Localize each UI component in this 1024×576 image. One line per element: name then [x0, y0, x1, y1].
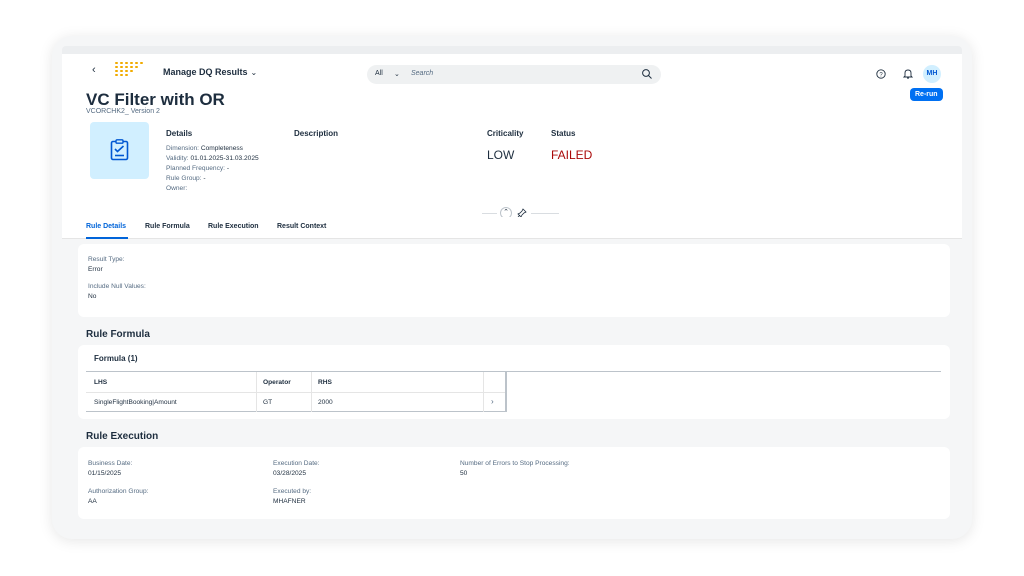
shell-bar: ‹ Manage DQ Results ⌄ All ⌄ Search ? MH: [62, 54, 962, 88]
divider: [531, 213, 559, 214]
app-logo-icon[interactable]: [115, 62, 143, 76]
status-value: FAILED: [551, 148, 593, 162]
validity-field: Validity: 01.01.2025-31.03.2025: [166, 155, 259, 162]
row-navigation-icon[interactable]: ›: [491, 397, 494, 406]
rerun-button[interactable]: Re-run: [910, 88, 943, 101]
tab-result-context[interactable]: Result Context: [277, 223, 326, 230]
executed-by-value: MHAFNER: [273, 498, 306, 505]
table-edge: [505, 372, 507, 412]
dimension-value: Completeness: [200, 145, 243, 152]
column-divider: [311, 372, 312, 412]
column-header-rhs[interactable]: RHS: [318, 379, 332, 386]
formula-table-title: Formula (1): [94, 354, 138, 363]
details-title: Details: [166, 129, 193, 138]
top-band: [62, 46, 962, 54]
page-subtitle: VCORCHK2_ Version 2: [86, 108, 160, 115]
business-date-value: 01/15/2025: [88, 470, 122, 477]
tab-rule-details[interactable]: Rule Details: [86, 223, 126, 230]
errors-value: 50: [460, 470, 468, 477]
executed-by-label: Executed by:: [273, 488, 312, 495]
search-input[interactable]: Search: [411, 70, 433, 77]
cell-rhs: 2000: [318, 399, 333, 406]
search-icon[interactable]: [641, 68, 653, 80]
result-type-value: Error: [88, 266, 103, 273]
rule-formula-card: Formula (1) LHS Operator RHS SingleFligh…: [78, 345, 950, 419]
checklist-icon: [110, 139, 129, 161]
execution-date-label: Execution Date:: [273, 460, 320, 467]
errors-label: Number of Errors to Stop Processing:: [460, 460, 570, 467]
search-scope[interactable]: All: [375, 70, 383, 77]
status-title: Status: [551, 129, 576, 138]
rule-execution-card: Business Date: 01/15/2025 Execution Date…: [78, 447, 950, 519]
object-avatar: [90, 122, 149, 179]
formula-table: LHS Operator RHS SingleFlightBooking|Amo…: [86, 371, 941, 412]
frequency-field: Planned Frequency: -: [166, 165, 230, 172]
cell-lhs: SingleFlightBooking|Amount: [94, 399, 177, 406]
search-field[interactable]: All ⌄ Search: [367, 65, 661, 84]
chevron-down-icon: ⌄: [250, 68, 258, 77]
column-divider: [483, 372, 484, 412]
page-title: VC Filter with OR: [86, 90, 225, 109]
business-date-label: Business Date:: [88, 460, 133, 467]
rule-group-value: -: [203, 175, 206, 182]
criticality-title: Criticality: [487, 129, 524, 138]
validity-value: 01.01.2025-31.03.2025: [190, 155, 259, 162]
back-chevron-icon[interactable]: ‹: [92, 64, 96, 76]
rule-group-field: Rule Group: -: [166, 175, 206, 182]
active-tab-indicator: [86, 237, 128, 239]
app-title: Manage DQ Results: [163, 67, 248, 77]
object-header: VC Filter with OR VCORCHK2_ Version 2 Re…: [62, 88, 962, 237]
bell-icon[interactable]: [903, 68, 913, 79]
cell-operator: GT: [263, 399, 273, 406]
tab-rule-execution[interactable]: Rule Execution: [208, 223, 259, 230]
dimension-field: Dimension: Completeness: [166, 145, 243, 152]
column-header-lhs[interactable]: LHS: [94, 379, 107, 386]
execution-date-value: 03/28/2025: [273, 470, 307, 477]
result-type-label: Result Type:: [88, 256, 125, 263]
table-header: LHS Operator RHS: [86, 372, 506, 393]
app-window: ‹ Manage DQ Results ⌄ All ⌄ Search ? MH …: [62, 46, 962, 529]
device-frame: ‹ Manage DQ Results ⌄ All ⌄ Search ? MH …: [52, 36, 972, 539]
rule-formula-heading: Rule Formula: [86, 329, 150, 340]
avatar[interactable]: MH: [923, 65, 941, 83]
tab-bar: Rule Details Rule Formula Rule Execution…: [62, 217, 962, 239]
divider: [482, 213, 497, 214]
frequency-value: -: [226, 165, 230, 172]
rule-details-card: Result Type: Error Include Null Values: …: [78, 244, 950, 317]
rule-execution-heading: Rule Execution: [86, 431, 159, 442]
table-row[interactable]: SingleFlightBooking|Amount GT 2000 ›: [86, 393, 506, 412]
help-icon[interactable]: ?: [876, 69, 886, 79]
tab-rule-formula[interactable]: Rule Formula: [145, 223, 190, 230]
include-null-value: No: [88, 293, 97, 300]
owner-field: Owner:: [166, 185, 188, 192]
include-null-label: Include Null Values:: [88, 283, 146, 290]
column-header-operator[interactable]: Operator: [263, 379, 291, 386]
auth-group-value: AA: [88, 498, 97, 505]
description-title: Description: [294, 129, 339, 138]
auth-group-label: Authorization Group:: [88, 488, 149, 495]
column-divider: [256, 372, 257, 412]
criticality-value: LOW: [487, 148, 515, 162]
app-title-menu[interactable]: Manage DQ Results ⌄: [163, 67, 257, 77]
scope-chevron-down-icon[interactable]: ⌄: [394, 70, 400, 78]
